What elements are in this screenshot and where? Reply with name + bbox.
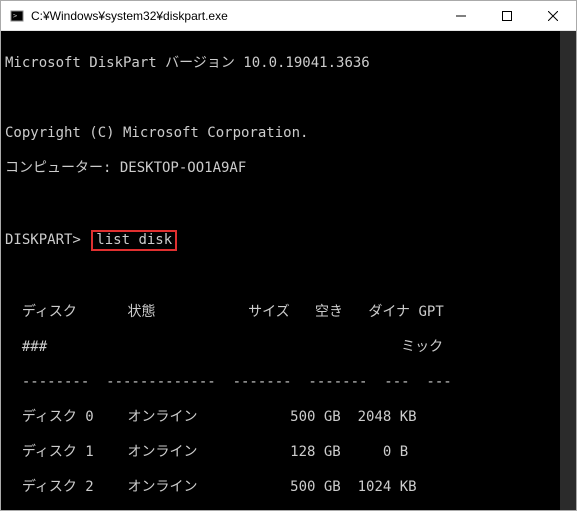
blank <box>5 269 572 287</box>
copyright-line: Copyright (C) Microsoft Corporation. <box>5 125 572 143</box>
app-icon: > <box>9 8 25 24</box>
close-button[interactable] <box>530 1 576 30</box>
version-line: Microsoft DiskPart バージョン 10.0.19041.3636 <box>5 55 572 73</box>
table-row: ディスク 0 オンライン 500 GB 2048 KB <box>5 409 572 427</box>
cmd-list-disk: list disk <box>91 230 177 252</box>
table-header-2: ### ミック <box>5 339 572 357</box>
table-row: ディスク 2 オンライン 500 GB 1024 KB <box>5 479 572 497</box>
scrollbar[interactable] <box>560 31 576 510</box>
prompt-line-1: DISKPART> list disk <box>5 230 572 252</box>
minimize-button[interactable] <box>438 1 484 30</box>
prompt: DISKPART> <box>5 232 81 248</box>
table-header-1: ディスク 状態 サイズ 空き ダイナ GPT <box>5 304 572 322</box>
window-title: C:¥Windows¥system32¥diskpart.exe <box>31 9 438 23</box>
table-row: ディスク 1 オンライン 128 GB 0 B <box>5 444 572 462</box>
window-frame: > C:¥Windows¥system32¥diskpart.exe Micro… <box>0 0 577 511</box>
terminal-area[interactable]: Microsoft DiskPart バージョン 10.0.19041.3636… <box>1 31 576 510</box>
table-divider: -------- ------------- ------- ------- -… <box>5 374 572 392</box>
computer-line: コンピューター: DESKTOP-OO1A9AF <box>5 160 572 178</box>
maximize-button[interactable] <box>484 1 530 30</box>
blank <box>5 195 572 213</box>
svg-text:>: > <box>13 12 17 20</box>
window-controls <box>438 1 576 30</box>
blank <box>5 90 572 108</box>
titlebar: > C:¥Windows¥system32¥diskpart.exe <box>1 1 576 31</box>
